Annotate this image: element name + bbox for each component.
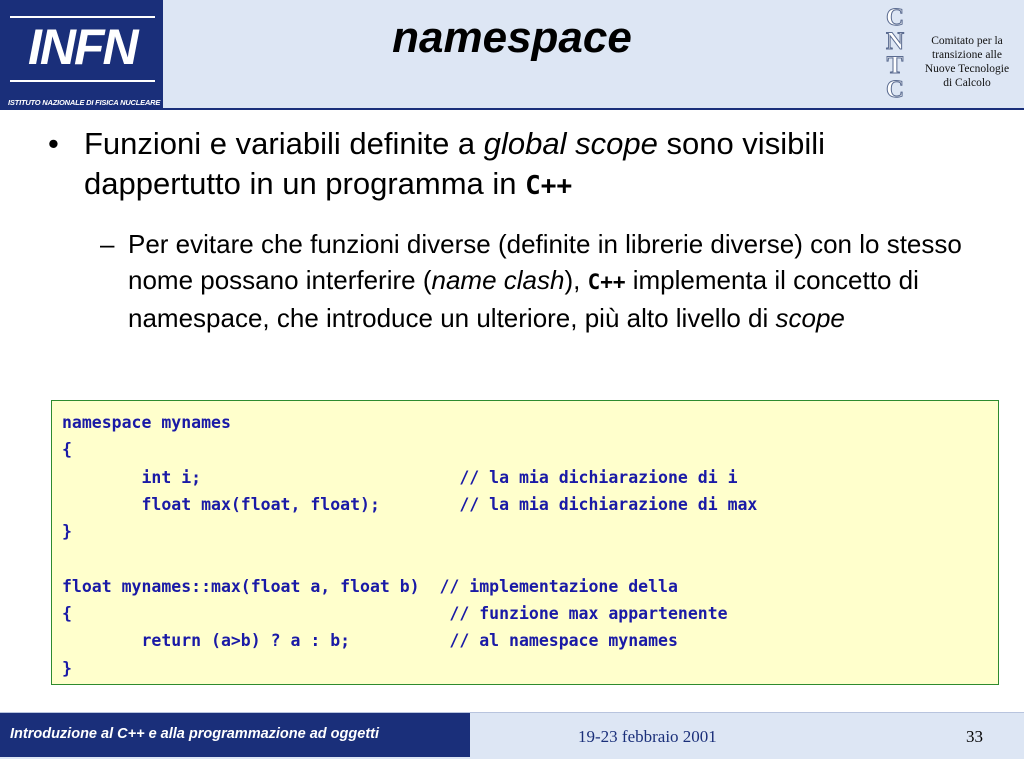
- slide-header: INFN ISTITUTO NAZIONALE DI FISICA NUCLEA…: [0, 0, 1024, 110]
- sub-bullet-text: Per evitare che funzioni diverse (defini…: [128, 226, 980, 336]
- code-line: float mynames::max(float a, float b) // …: [62, 576, 678, 596]
- code-example-box: namespace mynames { int i; // la mia dich…: [51, 400, 999, 685]
- cntc-description: Comitato per la transizione alle Nuove T…: [912, 34, 1022, 90]
- cntc-letter: C: [885, 4, 905, 31]
- bullet-text: Funzioni e variabili definite a global s…: [84, 124, 968, 206]
- bullet-code-term: C++: [525, 171, 573, 201]
- cntc-letter: N: [885, 28, 905, 55]
- cntc-text-line: Nuove Tecnologie: [924, 63, 1010, 75]
- code-line: }: [62, 522, 72, 542]
- code-block: namespace mynames { int i; // la mia dich…: [62, 409, 988, 682]
- sub-bullet-italic-term: scope: [775, 303, 845, 333]
- sub-bullet-text-part: ),: [564, 265, 588, 295]
- code-line: {: [62, 440, 72, 460]
- slide-footer: Introduzione al C++ e alla programmazion…: [0, 712, 1024, 759]
- sub-bullet-italic-term: name clash: [431, 265, 565, 295]
- code-line: namespace mynames: [62, 413, 231, 432]
- footer-date: 19-23 febbraio 2001: [578, 727, 717, 746]
- page-number: 33: [966, 727, 983, 746]
- code-line: return (a>b) ? a : b; // al namespace my…: [62, 631, 678, 651]
- code-line: ​: [62, 545, 988, 572]
- cntc-text-line: transizione alle: [932, 49, 1002, 61]
- code-line: int i; // la mia dichiarazione di i: [62, 467, 738, 487]
- sub-bullet-namespace: – Per evitare che funzioni diverse (defi…: [100, 226, 980, 336]
- bullet-marker: •: [48, 126, 59, 161]
- code-line: { // funzione max appartenente: [62, 604, 728, 624]
- infn-logo-stripe: [10, 80, 155, 82]
- sub-bullet-marker: –: [100, 229, 115, 259]
- slide-title: namespace: [392, 13, 632, 62]
- code-line: float max(float, float); // la mia dichi…: [62, 494, 758, 514]
- cntc-letter: C: [885, 76, 905, 103]
- sub-bullet-code-term: C++: [587, 270, 626, 294]
- footer-course-band: Introduzione al C++ e alla programmazion…: [0, 713, 470, 757]
- bullet-global-scope: • Funzioni e variabili definite a global…: [48, 124, 968, 206]
- bullet-italic-term: global scope: [483, 126, 658, 161]
- cntc-logo: C N T C: [880, 4, 910, 106]
- cntc-text-line: di Calcolo: [943, 77, 991, 89]
- footer-course-title: Introduzione al C++ e alla programmazion…: [10, 726, 380, 742]
- code-line: }: [62, 658, 72, 678]
- bullet-text-part: Funzioni e variabili definite a: [84, 126, 484, 161]
- infn-subtitle: ISTITUTO NAZIONALE DI FISICA NUCLEARE: [8, 98, 161, 107]
- cntc-letter: T: [886, 52, 904, 79]
- cntc-text-line: Comitato per la: [931, 35, 1003, 47]
